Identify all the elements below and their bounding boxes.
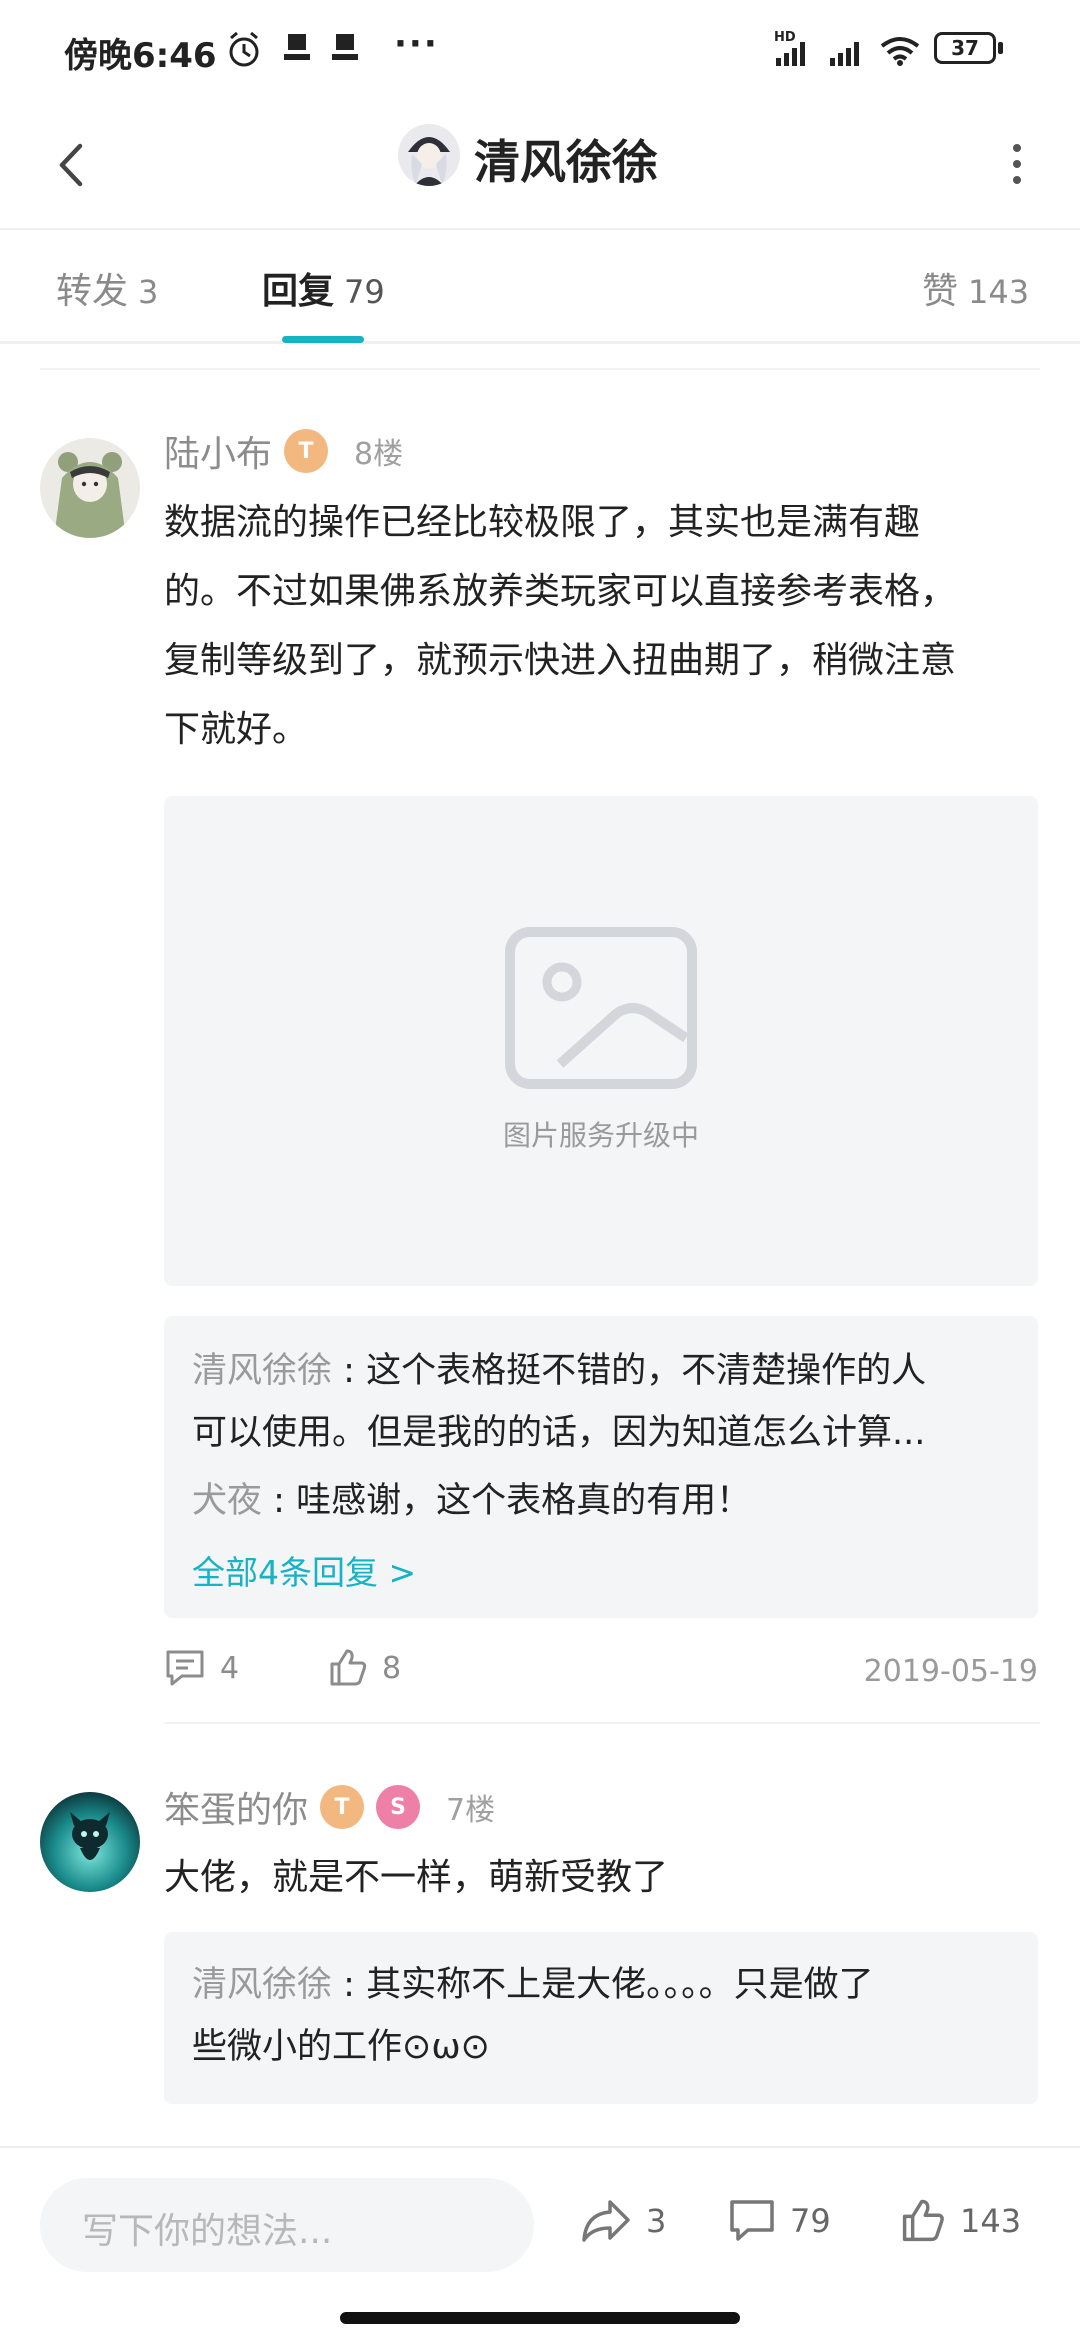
alarm-icon (229, 31, 259, 67)
reply-separator: : (262, 1481, 297, 1521)
tab-replies[interactable]: 回复 79 (262, 262, 385, 314)
like-post-button[interactable]: 143 (900, 2198, 1021, 2244)
reply-item: 清风徐徐 : 其实称不上是大佬。。。。只是做了 些微小的工作⊙ω⊙ (192, 1954, 1012, 2078)
comment-line: 复制等级到了，就预示快进入扭曲期了，稍微注意 (164, 640, 957, 681)
user-avatar[interactable] (40, 438, 140, 538)
reply-button[interactable]: 4 (164, 1648, 239, 1688)
tab-label: 转发 (56, 271, 129, 312)
tab-count: 143 (968, 273, 1030, 311)
comment-header: 笨蛋的你 T S 7楼 (164, 1782, 495, 1832)
image-icon (505, 927, 697, 1089)
reply-author[interactable]: 清风徐徐 (192, 1351, 332, 1391)
image-placeholder[interactable]: 图片服务升级中 (164, 796, 1038, 1286)
reply-separator: : (332, 1965, 367, 2005)
forward-button[interactable]: 3 (580, 2198, 666, 2244)
comment-input[interactable]: 写下你的想法... (40, 2178, 534, 2272)
thumbs-up-icon (902, 2199, 944, 2242)
level-badge-icon: T (284, 429, 329, 473)
top-app-bar: 清风徐徐 (0, 100, 1080, 230)
tab-count: 3 (138, 273, 159, 311)
battery-tip (998, 42, 1003, 54)
comment-input-placeholder: 写下你的想法... (82, 2211, 333, 2252)
tab-likes[interactable]: 赞 143 (922, 262, 1029, 314)
reply-separator: : (332, 1351, 367, 1391)
comments-button[interactable]: 79 (728, 2198, 831, 2244)
signal-icon (776, 42, 805, 66)
bottom-action-bar: 写下你的想法... 3 79 143 (0, 2146, 1080, 2340)
username[interactable]: 陆小布 (164, 425, 272, 477)
replies-preview[interactable]: 清风徐徐 : 这个表格挺不错的，不清楚操作的人 可以使用。但是我的的话，因为知道… (164, 1316, 1038, 1618)
comment-line: 的。不过如果佛系放养类玩家可以直接参考表格， (164, 571, 957, 612)
comment-header: 陆小布 T 8楼 (164, 426, 403, 476)
comment-count: 79 (790, 2202, 831, 2240)
app-notification-icon (284, 34, 310, 60)
status-bar: 傍晚6:46 ··· HD 37 (0, 0, 1080, 100)
user-avatar[interactable] (40, 1792, 140, 1892)
reply-count: 4 (220, 1650, 240, 1686)
reply-text: 些微小的工作⊙ω⊙ (192, 2027, 490, 2067)
status-time: 傍晚6:46 (64, 36, 217, 76)
like-button[interactable]: 8 (328, 1648, 401, 1688)
home-indicator[interactable] (340, 2312, 740, 2324)
wifi-icon (880, 37, 920, 66)
divider (40, 368, 1040, 370)
view-all-replies-link[interactable]: 全部4条回复 > (192, 1546, 416, 1594)
back-button[interactable] (40, 130, 110, 200)
comment-date: 2019-05-19 (863, 1654, 1038, 1689)
divider (164, 1722, 1040, 1724)
signal-icon (830, 42, 859, 66)
reply-text: 哇感谢，这个表格真的有用！ (296, 1481, 752, 1521)
image-caption: 图片服务升级中 (502, 1119, 699, 1152)
reply-author[interactable]: 清风徐徐 (192, 1965, 332, 2005)
reply-item: 犬夜 : 哇感谢，这个表格真的有用！ (192, 1470, 1012, 1532)
like-count: 8 (382, 1650, 402, 1686)
share-arrow-icon (582, 2200, 630, 2242)
username[interactable]: 笨蛋的你 (164, 1781, 308, 1833)
floor-number: 7楼 (446, 1793, 496, 1828)
comment-text: 数据流的操作已经比较极限了，其实也是满有趣 的。不过如果佛系放养类玩家可以直接参… (164, 488, 1044, 764)
special-badge-icon: S (376, 1785, 421, 1829)
comment-text: 大佬，就是不一样，萌新受教了 (164, 1857, 669, 1898)
tab-label: 回复 (262, 271, 335, 312)
replies-preview[interactable]: 清风徐徐 : 其实称不上是大佬。。。。只是做了 些微小的工作⊙ω⊙ (164, 1932, 1038, 2104)
battery-level: 37 (951, 36, 979, 60)
reply-author[interactable]: 犬夜 (192, 1481, 262, 1521)
active-tab-indicator (282, 336, 364, 343)
reply-text: 可以使用。但是我的的话，因为知道怎么计算... (192, 1413, 926, 1453)
more-options-icon[interactable] (1002, 134, 1032, 194)
comment-icon (730, 2200, 774, 2241)
battery-icon: 37 (934, 32, 996, 64)
tab-count: 79 (344, 273, 385, 311)
more-notifications-dots: ··· (394, 24, 439, 64)
forward-count: 3 (646, 2202, 667, 2240)
comment-line: 下就好。 (164, 709, 309, 750)
floor-number: 8楼 (354, 437, 404, 472)
page-title: 清风徐徐 (474, 135, 658, 189)
app-notification-icon (332, 34, 358, 60)
tab-forwards[interactable]: 转发 3 (56, 262, 158, 314)
author-avatar[interactable] (398, 124, 460, 186)
reply-text: 其实称不上是大佬。。。。只是做了 (366, 1965, 874, 2005)
comment-line: 数据流的操作已经比较极限了，其实也是满有趣 (164, 502, 921, 543)
reply-item: 清风徐徐 : 这个表格挺不错的，不清楚操作的人 可以使用。但是我的的话，因为知道… (192, 1340, 1012, 1464)
level-badge-icon: T (320, 1785, 365, 1829)
tab-bar: 转发 3 回复 79 赞 143 (0, 232, 1080, 344)
reply-text: 这个表格挺不错的，不清楚操作的人 (366, 1351, 927, 1391)
tab-label: 赞 (922, 271, 959, 312)
comment-icon (166, 1650, 204, 1686)
like-count: 143 (960, 2202, 1022, 2240)
thumbs-up-icon (330, 1649, 367, 1686)
comment-actions: 4 8 2019-05-19 (164, 1648, 1038, 1698)
